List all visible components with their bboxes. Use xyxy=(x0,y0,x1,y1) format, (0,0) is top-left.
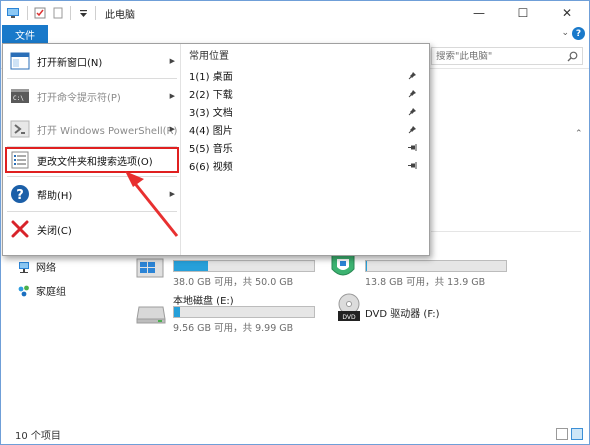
frequent-places-title: 常用位置 xyxy=(189,51,229,62)
help-icon[interactable]: ? xyxy=(572,27,585,40)
explorer-window: 此电脑 — ☐ ✕ 文件 ⌄ ? ⟳ ⌃ xyxy=(0,0,590,445)
svg-text:C:\: C:\ xyxy=(13,95,24,102)
new-window-icon xyxy=(10,52,30,70)
powershell-icon xyxy=(10,120,30,138)
search-box[interactable] xyxy=(431,47,583,65)
file-menu: 打开新窗口(N) ▶ C:\ 打开命令提示符(P) ▶ 打开 Windows P… xyxy=(2,43,430,256)
command-prompt-icon: C:\ xyxy=(11,89,29,103)
drive-info: 13.8 GB 可用，共 13.9 GB xyxy=(365,277,486,288)
drive-item[interactable]: DVD DVD 驱动器 (F:) xyxy=(337,291,517,331)
frequent-item-label: 4(4) 图片 xyxy=(189,125,233,137)
frequent-item-label: 3(3) 文档 xyxy=(189,107,233,119)
menu-item-close[interactable]: 关闭(C) xyxy=(5,213,179,245)
menu-item-label: 帮助(H) xyxy=(37,190,73,202)
drive-info: 9.56 GB 可用，共 9.99 GB xyxy=(173,323,294,334)
folder-options-icon xyxy=(11,151,29,169)
drive-name: DVD 驱动器 (F:) xyxy=(365,309,440,320)
close-icon xyxy=(11,220,29,238)
group-divider xyxy=(431,231,581,232)
menu-separator xyxy=(7,78,177,79)
frequent-item-label: 1(1) 桌面 xyxy=(189,71,233,83)
drive-name: 本地磁盘 (E:) xyxy=(173,296,234,307)
submenu-arrow-icon: ▶ xyxy=(169,57,175,65)
minimize-button[interactable]: — xyxy=(457,1,501,25)
pinned-icon[interactable] xyxy=(408,125,417,134)
ribbon-tab-bar: 文件 ⌄ ? xyxy=(1,25,589,43)
local-disk-icon xyxy=(136,306,166,324)
frequent-item-pictures[interactable]: 4(4) 图片 xyxy=(189,120,425,138)
drive-item[interactable]: 本地磁盘 (E:) 9.56 GB 可用，共 9.99 GB xyxy=(135,289,325,334)
quick-access-toolbar xyxy=(24,1,99,25)
drive-item[interactable]: 13.8 GB 可用，共 13.9 GB xyxy=(327,251,517,288)
network-icon xyxy=(19,261,29,273)
item-count: 10 个项目 xyxy=(15,430,61,442)
this-pc-icon xyxy=(7,8,19,18)
submenu-arrow-icon: ▶ xyxy=(169,190,175,198)
frequent-item-videos[interactable]: 6(6) 视频 xyxy=(189,156,425,174)
svg-text:DVD: DVD xyxy=(342,314,356,321)
help-icon: ? xyxy=(11,185,29,203)
menu-separator xyxy=(7,211,177,212)
frequent-item-label: 2(2) 下载 xyxy=(189,89,233,101)
customize-quick-access-icon[interactable] xyxy=(76,6,90,20)
frequent-item-music[interactable]: 5(5) 音乐 xyxy=(189,138,425,156)
frequent-item-downloads[interactable]: 2(2) 下载 xyxy=(189,84,425,102)
homegroup-icon xyxy=(18,285,29,296)
nav-item-homegroup[interactable]: 家庭组 xyxy=(17,283,66,298)
close-button[interactable]: ✕ xyxy=(545,1,589,25)
submenu-arrow-icon: ▶ xyxy=(169,125,175,133)
frequent-item-documents[interactable]: 3(3) 文档 xyxy=(189,102,425,120)
submenu-arrow-icon: ▶ xyxy=(169,92,175,100)
pinned-icon[interactable] xyxy=(408,89,417,98)
frequent-item-desktop[interactable]: 1(1) 桌面 xyxy=(189,66,425,84)
frequent-item-label: 5(5) 音乐 xyxy=(189,143,233,155)
menu-item-powershell[interactable]: 打开 Windows PowerShell(R) ▶ xyxy=(5,113,179,145)
menu-item-label: 更改文件夹和搜索选项(O) xyxy=(37,156,153,168)
drive-usage-bar xyxy=(173,260,315,272)
maximize-button[interactable]: ☐ xyxy=(501,1,545,25)
svg-text:?: ? xyxy=(16,188,24,203)
menu-item-command-prompt[interactable]: C:\ 打开命令提示符(P) ▶ xyxy=(5,80,179,112)
menu-separator xyxy=(7,176,177,177)
menu-item-label: 打开 Windows PowerShell(R) xyxy=(37,125,178,137)
status-bar: 10 个项目 xyxy=(1,424,589,444)
collapse-chevron-icon[interactable]: ⌃ xyxy=(575,129,583,139)
search-input[interactable] xyxy=(436,50,561,62)
large-icons-view-button[interactable] xyxy=(571,428,583,440)
pinned-icon[interactable] xyxy=(408,71,417,80)
file-tab[interactable]: 文件 xyxy=(2,25,48,43)
menu-item-help[interactable]: ? 帮助(H) ▶ xyxy=(5,178,179,210)
menu-item-label: 打开新窗口(N) xyxy=(37,57,103,69)
nav-label-network: 网络 xyxy=(36,263,56,274)
dvd-drive-icon: DVD xyxy=(338,293,360,321)
expand-ribbon-icon[interactable]: ⌄ xyxy=(561,28,569,38)
frequent-item-label: 6(6) 视频 xyxy=(189,161,233,173)
frequent-places-panel: 常用位置 1(1) 桌面 2(2) 下载 3(3) 文档 4(4) 图片 5(5… xyxy=(182,44,429,255)
unpinned-icon[interactable] xyxy=(408,161,417,170)
drive-info: 38.0 GB 可用，共 50.0 GB xyxy=(173,277,294,288)
windows-drive-icon xyxy=(136,258,164,278)
drive-item[interactable]: 38.0 GB 可用，共 50.0 GB xyxy=(135,251,325,288)
menu-item-label: 打开命令提示符(P) xyxy=(37,92,121,104)
properties-quick-icon[interactable] xyxy=(33,6,47,20)
nav-item-network[interactable]: 网络 xyxy=(17,259,56,274)
unpinned-icon[interactable] xyxy=(408,143,417,152)
nav-label-homegroup: 家庭组 xyxy=(36,287,66,298)
window-title: 此电脑 xyxy=(105,9,135,21)
drive-usage-bar xyxy=(365,260,507,272)
search-icon xyxy=(567,51,578,61)
drive-usage-bar xyxy=(173,306,315,318)
title-bar: 此电脑 — ☐ ✕ xyxy=(1,1,589,25)
menu-item-label: 关闭(C) xyxy=(37,225,72,237)
file-menu-commands: 打开新窗口(N) ▶ C:\ 打开命令提示符(P) ▶ 打开 Windows P… xyxy=(3,44,181,255)
details-view-button[interactable] xyxy=(556,428,568,440)
new-folder-quick-icon[interactable] xyxy=(51,6,65,20)
menu-item-folder-options[interactable]: 更改文件夹和搜索选项(O) xyxy=(5,147,179,173)
pinned-icon[interactable] xyxy=(408,107,417,116)
menu-item-open-new-window[interactable]: 打开新窗口(N) ▶ xyxy=(5,45,179,77)
